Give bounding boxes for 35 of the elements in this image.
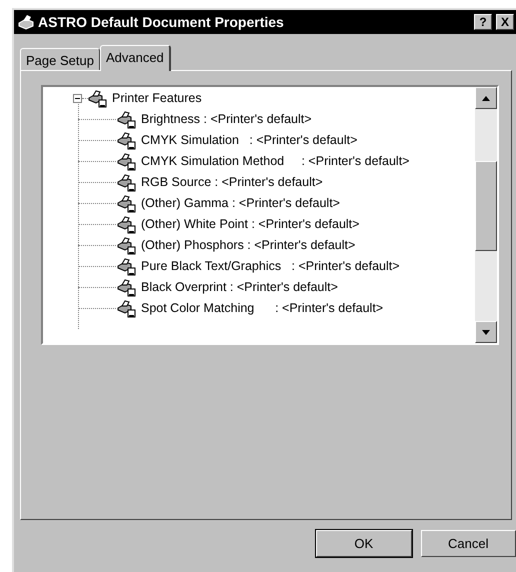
up-arrow-icon[interactable] (482, 96, 490, 100)
printer-icon (117, 300, 137, 318)
tree-item-label[interactable]: CMYK Simulation : <Printer's default> (141, 131, 358, 150)
tab[interactable]: Advanced (100, 45, 171, 71)
printer-icon (117, 152, 137, 170)
printer-icon (117, 110, 137, 128)
tab[interactable]: Page Setup (20, 48, 100, 70)
printer-icon (117, 174, 137, 192)
window-title: ASTRO Default Document Properties (38, 12, 285, 32)
expand-toggle[interactable] (73, 94, 82, 103)
close-button[interactable]: X (496, 14, 514, 30)
printer-icon (117, 216, 137, 234)
down-arrow-icon[interactable] (482, 330, 490, 334)
printer-icon (17, 14, 35, 30)
tree-item-label[interactable]: (Other) Gamma : <Printer's default> (141, 194, 340, 213)
tree-item-label[interactable]: Spot Color Matching : <Printer's default> (141, 299, 384, 318)
scrollbar[interactable] (475, 87, 497, 343)
cancel-button[interactable]: Cancel (420, 530, 516, 557)
tree-item-label[interactable]: CMYK Simulation Method : <Printer's default> (141, 152, 410, 171)
tree-item-label[interactable]: Brightness : <Printer's default> (141, 110, 312, 129)
tree-item-label[interactable]: (Other) Phosphors : <Printer's default> (141, 236, 356, 255)
printer-icon (88, 90, 108, 108)
printer-icon (117, 132, 137, 150)
tree-item-label[interactable]: Printer Features (112, 89, 202, 108)
printer-icon (117, 258, 137, 276)
printer-icon (117, 278, 137, 296)
printer-icon (117, 194, 137, 212)
printer-icon (117, 236, 137, 254)
help-button[interactable]: ? (474, 14, 492, 30)
tree-item-label[interactable]: (Other) White Point : <Printer's default> (141, 215, 360, 234)
tree-item-label[interactable]: Pure Black Text/Graphics : <Printer's default> (141, 257, 400, 276)
tree-item-label[interactable]: Black Overprint : <Printer's default> (141, 278, 338, 297)
ok-button[interactable]: OK (316, 530, 412, 557)
tree-item-label[interactable]: RGB Source : <Printer's default> (141, 173, 323, 192)
scroll-thumb[interactable] (475, 161, 497, 251)
